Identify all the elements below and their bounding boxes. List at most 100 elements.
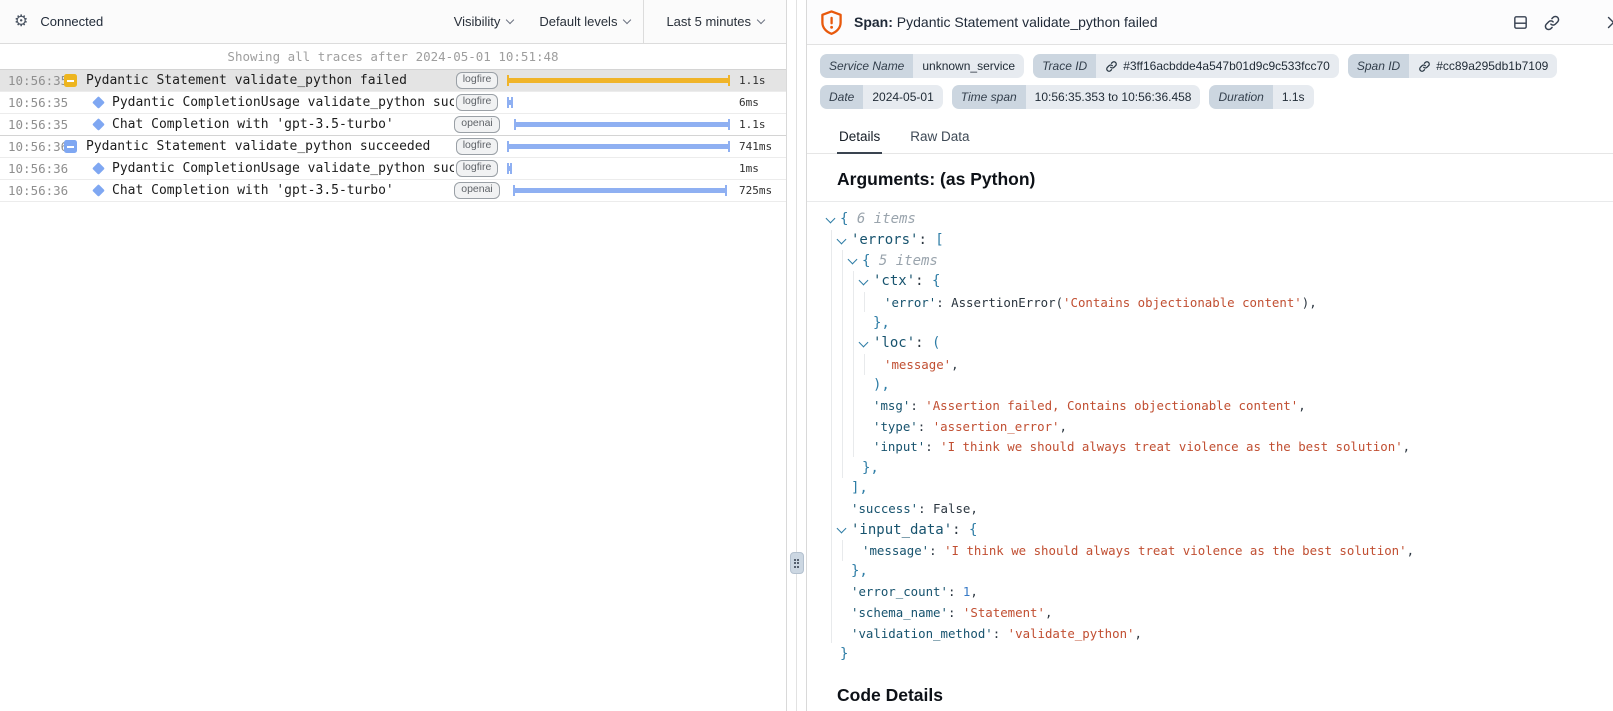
- code-text: 'errors': [: [817, 232, 944, 248]
- code-text: 'message': 'I think we should always tre…: [817, 543, 1414, 558]
- indent-guide: [842, 354, 843, 375]
- indent-guide: [831, 354, 832, 375]
- visibility-dropdown[interactable]: Visibility: [441, 0, 527, 43]
- gear-icon[interactable]: ⚙: [14, 14, 28, 30]
- trace-label: Chat Completion with 'gpt-3.5-turbo': [112, 117, 454, 132]
- indent-guide: [831, 292, 832, 313]
- meta-badge-duration: Duration1.1s: [1209, 85, 1313, 109]
- code-line: 'message',: [817, 354, 1613, 375]
- code-text: 'ctx': {: [817, 273, 940, 289]
- scope-badge: openai: [454, 116, 500, 133]
- indent-guide: [853, 333, 854, 354]
- scope-badge-cell: logfire: [454, 94, 500, 111]
- default-levels-dropdown[interactable]: Default levels: [526, 0, 643, 43]
- warn-level-icon: [64, 74, 77, 87]
- indent-guide: [831, 519, 832, 540]
- connection-status: Connected: [40, 14, 103, 29]
- duration-bar: [508, 78, 729, 83]
- code-text: 'input': 'I think we should always treat…: [817, 439, 1410, 454]
- duration-bar: [515, 122, 729, 127]
- trace-row[interactable]: 10:56:36Pydantic Statement validate_pyth…: [0, 135, 786, 157]
- indent-guide: [831, 602, 832, 623]
- code-line: 'errors': [: [817, 230, 1613, 251]
- indent-guide: [831, 623, 832, 644]
- tab-details[interactable]: Details: [837, 125, 882, 154]
- code-line: ),: [817, 375, 1613, 396]
- code-line: }: [817, 643, 1613, 664]
- code-line: 'loc': (: [817, 333, 1613, 354]
- code-text: 'success': False,: [817, 501, 978, 516]
- split-view-icon[interactable]: [1512, 14, 1529, 31]
- child-span-diamond-icon: [92, 162, 105, 175]
- app-root: ⚙ Connected Visibility Default levels La…: [0, 0, 1613, 711]
- trace-timestamp: 10:56:36: [0, 161, 56, 176]
- trace-label: Pydantic Statement validate_python faile…: [86, 73, 454, 88]
- duration-label: 741ms: [730, 140, 786, 153]
- duration-label: 1.1s: [730, 74, 786, 87]
- link-icon[interactable]: [1543, 14, 1561, 32]
- duration-label: 1.1s: [730, 118, 786, 131]
- close-icon[interactable]: [1605, 14, 1613, 31]
- trace-row[interactable]: 10:56:35 Pydantic Statement validate_pyth…: [0, 69, 786, 91]
- indent-guide: [842, 312, 843, 333]
- indent-guide: [864, 292, 865, 313]
- chevron-down-icon: [506, 16, 514, 24]
- indent-guide: [842, 292, 843, 313]
- indent-guide: [831, 561, 832, 582]
- trace-mark: [56, 140, 77, 153]
- trace-row[interactable]: 10:56:35Pydantic CompletionUsage validat…: [0, 91, 786, 113]
- trace-rows: 10:56:35 Pydantic Statement validate_pyth…: [0, 69, 786, 202]
- trace-timestamp: 10:56:35: [0, 73, 56, 88]
- indent-guide: [831, 437, 832, 458]
- code-line: 'type': 'assertion_error',: [817, 416, 1613, 437]
- code-text: ],: [817, 480, 868, 496]
- tab-raw-data[interactable]: Raw Data: [908, 125, 971, 153]
- indent-guide: [831, 457, 832, 478]
- indent-guide: [831, 312, 832, 333]
- trace-timestamp: 10:56:36: [0, 139, 56, 154]
- indent-guide: [842, 437, 843, 458]
- indent-guide: [842, 271, 843, 292]
- meta-badge-trace-id: Trace ID#3ff16acbdde4a547b01d9c9c533fcc7…: [1033, 54, 1339, 78]
- time-range-dropdown[interactable]: Last 5 minutes: [643, 0, 786, 43]
- trace-timestamp: 10:56:35: [0, 95, 56, 110]
- code-line: },: [817, 312, 1613, 333]
- duration-label: 1ms: [730, 162, 786, 175]
- indent-guide: [831, 333, 832, 354]
- indent-guide: [831, 395, 832, 416]
- span-header: Span: Pydantic Statement validate_python…: [807, 0, 1613, 45]
- duration-timeline: [508, 158, 730, 180]
- indent-guide: [853, 375, 854, 396]
- panel-splitter[interactable]: [787, 0, 806, 711]
- meta-badge-value[interactable]: #cc89a295db1b7109: [1409, 54, 1557, 78]
- trace-row[interactable]: 10:56:35Chat Completion with 'gpt-3.5-tu…: [0, 113, 786, 135]
- indent-guide: [842, 457, 843, 478]
- indent-guide: [842, 395, 843, 416]
- splitter-line: [796, 0, 797, 711]
- splitter-grip-handle[interactable]: [790, 552, 804, 574]
- indent-guide: [853, 354, 854, 375]
- scope-badge-cell: openai: [454, 182, 500, 199]
- code-text: 'schema_name': 'Statement',: [817, 605, 1052, 620]
- meta-badge-label: Trace ID: [1033, 54, 1096, 78]
- scope-badge-cell: logfire: [454, 160, 500, 177]
- child-span-diamond-icon: [92, 96, 105, 109]
- meta-badge-value: 2024-05-01: [863, 85, 942, 109]
- grip-dots-icon: [794, 559, 800, 568]
- meta-badge-value[interactable]: #3ff16acbdde4a547b01d9c9c533fcc70: [1096, 54, 1339, 78]
- indent-guide: [842, 250, 843, 271]
- trace-timestamp: 10:56:36: [0, 183, 56, 198]
- trace-mark: [56, 120, 103, 129]
- code-text: 'validation_method': 'validate_python',: [817, 626, 1142, 641]
- span-title: Span: Pydantic Statement validate_python…: [854, 14, 1158, 30]
- code-line: { 6 items: [817, 209, 1613, 230]
- trace-row[interactable]: 10:56:36Pydantic CompletionUsage validat…: [0, 157, 786, 179]
- indent-guide: [831, 499, 832, 520]
- scope-badge: logfire: [456, 94, 499, 111]
- meta-badge-service-name: Service Nameunknown_service: [820, 54, 1024, 78]
- indent-guide: [842, 375, 843, 396]
- info-level-icon: [64, 140, 77, 153]
- trace-list-panel: ⚙ Connected Visibility Default levels La…: [0, 0, 787, 711]
- trace-row[interactable]: 10:56:36Chat Completion with 'gpt-3.5-tu…: [0, 179, 786, 201]
- code-line: 'validation_method': 'validate_python',: [817, 623, 1613, 644]
